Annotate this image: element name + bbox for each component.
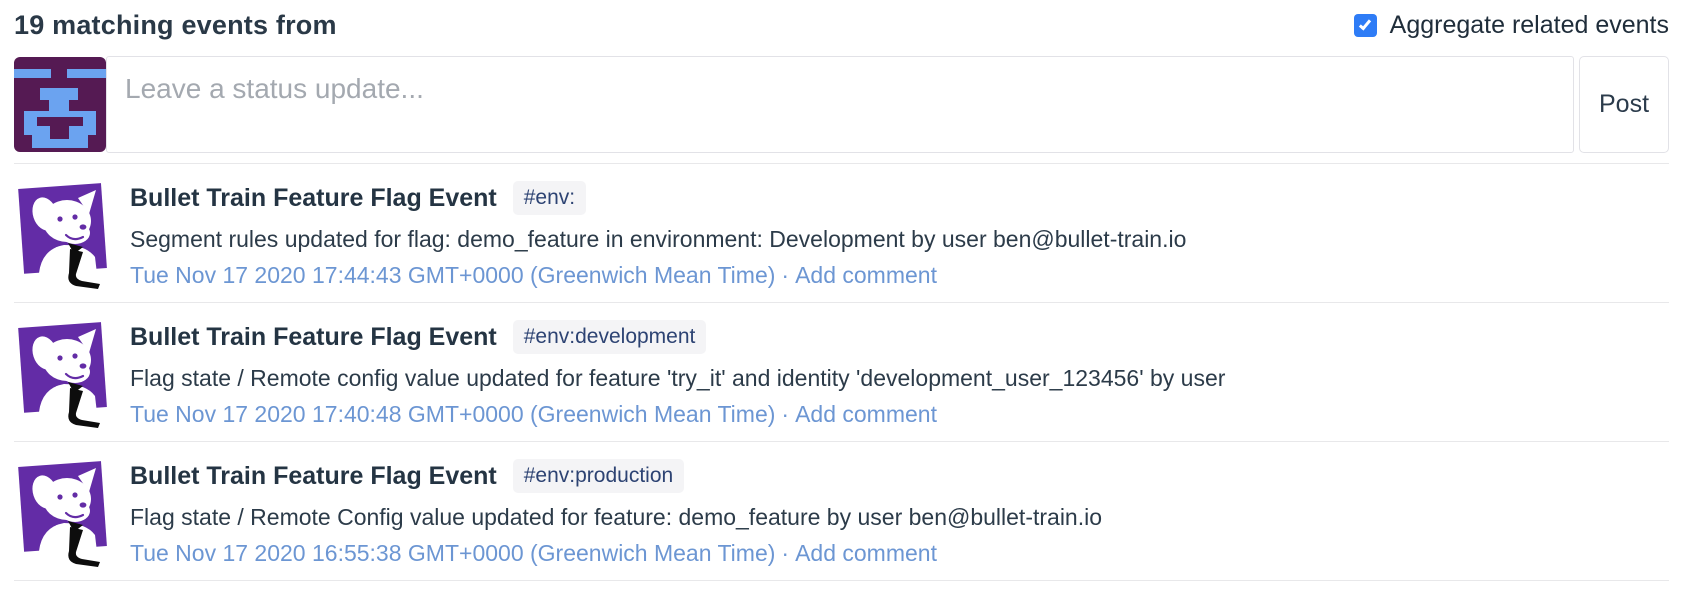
datadog-bits-icon [12, 316, 112, 428]
add-comment-link[interactable]: Add comment [795, 401, 937, 427]
event-timestamp-link[interactable]: Tue Nov 17 2020 16:55:38 GMT+0000 (Green… [130, 540, 775, 566]
event-title: Bullet Train Feature Flag Event [130, 458, 497, 494]
event-description: Segment rules updated for flag: demo_fea… [130, 224, 1186, 254]
env-tag[interactable]: #env: [513, 181, 586, 215]
event-row: Bullet Train Feature Flag Event #env:pro… [14, 441, 1669, 580]
header: 19 matching events from Aggregate relate… [14, 10, 1669, 41]
env-tag[interactable]: #env:production [513, 459, 684, 493]
meta-separator: · [781, 401, 789, 427]
meta-separator: · [781, 262, 789, 288]
user-identicon-avatar [14, 56, 106, 153]
aggregate-label: Aggregate related events [1390, 11, 1669, 40]
datadog-bits-icon [12, 455, 112, 567]
event-description: Flag state / Remote Config value updated… [130, 502, 1102, 532]
event-description: Flag state / Remote config value updated… [130, 363, 1225, 393]
event-row: Bullet Train Feature Flag Event #env:dev… [14, 302, 1669, 441]
status-update-input[interactable] [106, 56, 1574, 153]
event-title: Bullet Train Feature Flag Event [130, 319, 497, 355]
event-content: Bullet Train Feature Flag Event #env:pro… [130, 455, 1102, 568]
aggregate-checkbox[interactable] [1354, 14, 1377, 37]
aggregate-toggle[interactable]: Aggregate related events [1354, 11, 1669, 40]
add-comment-link[interactable]: Add comment [795, 262, 937, 288]
post-button[interactable]: Post [1579, 56, 1669, 153]
datadog-bits-icon [12, 177, 112, 289]
meta-separator: · [781, 540, 789, 566]
checkmark-icon [1359, 17, 1371, 30]
event-content: Bullet Train Feature Flag Event #env:dev… [130, 316, 1225, 429]
event-row: Bullet Train Feature Flag Event #env: Se… [14, 163, 1669, 302]
status-update-bar: Post [14, 56, 1669, 153]
event-title: Bullet Train Feature Flag Event [130, 180, 497, 216]
add-comment-link[interactable]: Add comment [795, 540, 937, 566]
event-stream-page: 19 matching events from Aggregate relate… [0, 0, 1683, 581]
event-timestamp-link[interactable]: Tue Nov 17 2020 17:44:43 GMT+0000 (Green… [130, 262, 775, 288]
page-title: 19 matching events from [14, 10, 337, 41]
env-tag[interactable]: #env:development [513, 320, 707, 354]
event-list: Bullet Train Feature Flag Event #env: Se… [14, 163, 1669, 581]
event-content: Bullet Train Feature Flag Event #env: Se… [130, 177, 1186, 290]
event-timestamp-link[interactable]: Tue Nov 17 2020 17:40:48 GMT+0000 (Green… [130, 401, 775, 427]
